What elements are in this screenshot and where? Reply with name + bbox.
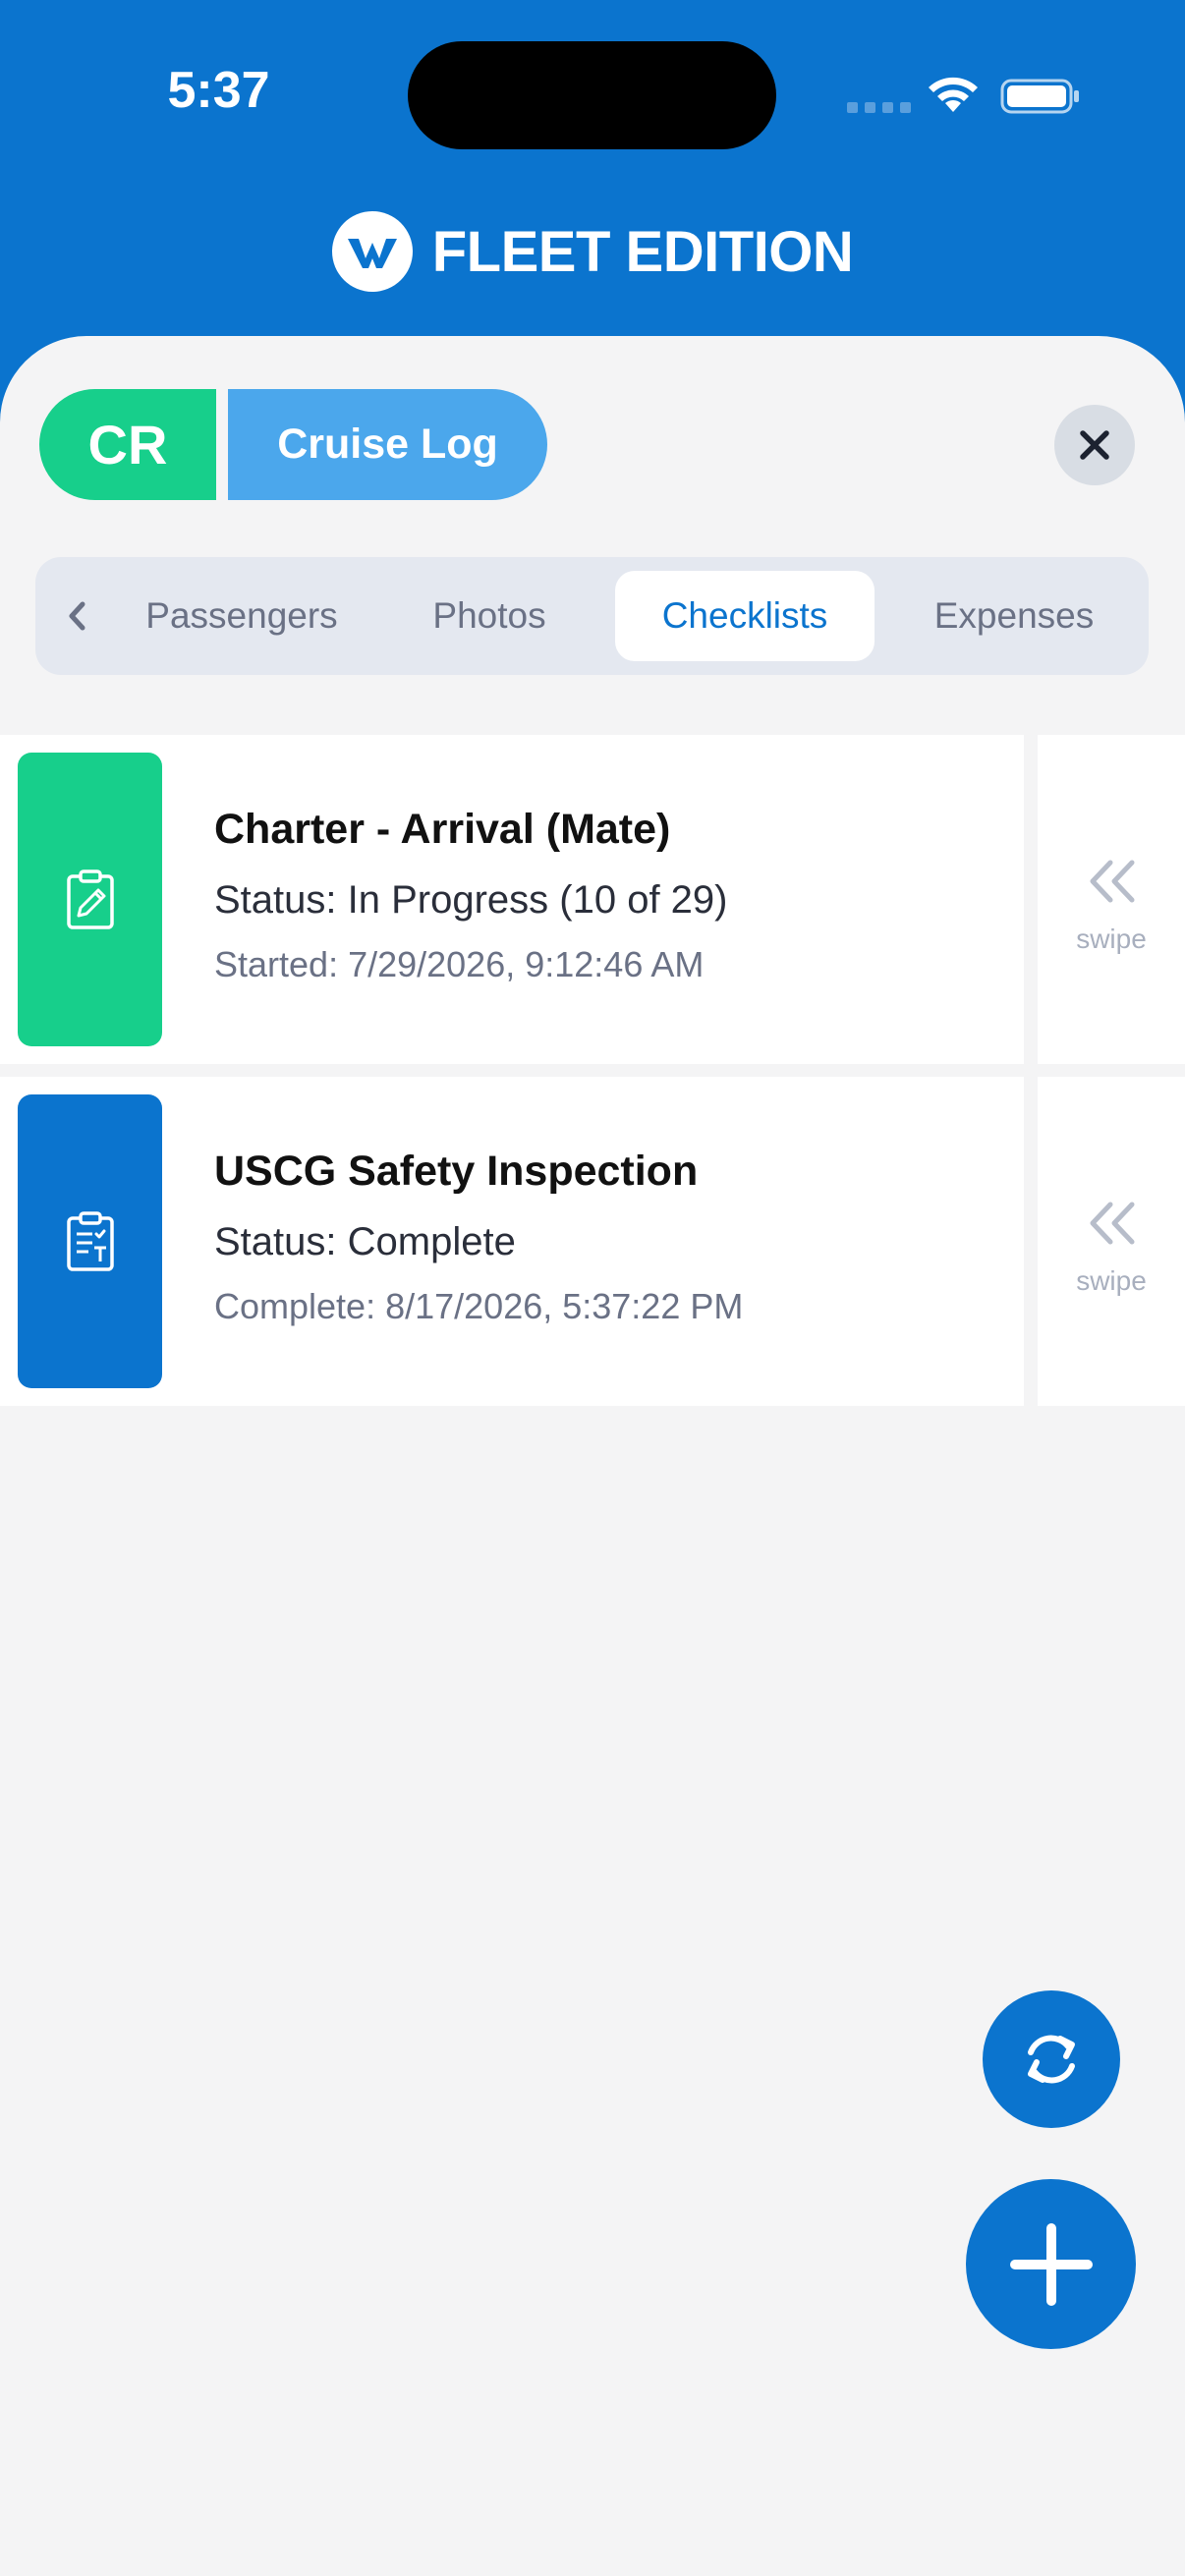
log-header: CR Cruise Log	[39, 389, 547, 500]
checklist-status: Status: In Progress (10 of 29)	[214, 878, 728, 922]
tab-photos[interactable]: Photos	[401, 571, 578, 661]
wifi-icon	[929, 77, 978, 112]
checklist-status: Status: Complete	[214, 1220, 516, 1263]
checklist-title: Charter - Arrival (Mate)	[214, 806, 671, 853]
app-title: FLEET EDITION	[431, 219, 854, 284]
app-header: FLEET EDITION	[0, 210, 1185, 293]
checklist-status-block	[18, 753, 162, 1046]
log-title: Cruise Log	[228, 389, 547, 500]
add-checklist-button[interactable]	[966, 2179, 1136, 2349]
refresh-icon	[1028, 2035, 1075, 2084]
section-tabs: Passengers Photos Checklists Expenses	[35, 557, 1149, 675]
battery-icon	[1000, 79, 1079, 114]
status-bar: 5:37	[0, 0, 1185, 196]
checklist-card[interactable]: Charter - Arrival (Mate) Status: In Prog…	[0, 735, 1024, 1064]
swipe-hint: swipe	[1076, 1265, 1147, 1296]
clipboard-edit-icon	[66, 868, 114, 929]
plus-icon	[1009, 2222, 1093, 2306]
log-badge: CR	[39, 389, 216, 500]
checklist-timestamp: Complete: 8/17/2026, 5:37:22 PM	[214, 1286, 744, 1326]
list-item[interactable]: Charter - Arrival (Mate) Status: In Prog…	[0, 735, 1185, 1064]
tab-passengers[interactable]: Passengers	[124, 571, 360, 661]
checklist-status-block	[18, 1094, 162, 1388]
dynamic-island	[408, 41, 776, 149]
checklist-card[interactable]: USCG Safety Inspection Status: Complete …	[0, 1077, 1024, 1406]
tab-checklists[interactable]: Checklists	[615, 571, 875, 661]
swipe-handle[interactable]: swipe	[1038, 1077, 1185, 1406]
list-item[interactable]: USCG Safety Inspection Status: Complete …	[0, 1077, 1185, 1406]
double-chevron-left-icon	[1090, 860, 1135, 903]
checklist-title: USCG Safety Inspection	[214, 1148, 699, 1195]
cellular-signal-icon	[847, 102, 911, 113]
checklist-timestamp: Started: 7/29/2026, 9:12:46 AM	[214, 944, 705, 984]
fleet-logo-icon	[331, 211, 413, 292]
tab-expenses[interactable]: Expenses	[900, 571, 1128, 661]
swipe-hint: swipe	[1076, 924, 1147, 954]
double-chevron-left-icon	[1090, 1202, 1135, 1245]
status-time: 5:37	[167, 62, 270, 119]
refresh-button[interactable]	[983, 1990, 1120, 2128]
chevron-left-icon	[69, 601, 85, 631]
tabs-scroll-left-button[interactable]	[57, 587, 96, 645]
close-icon	[1080, 430, 1109, 460]
swipe-handle[interactable]: swipe	[1038, 735, 1185, 1064]
close-button[interactable]	[1054, 405, 1135, 485]
clipboard-check-icon	[66, 1210, 114, 1271]
